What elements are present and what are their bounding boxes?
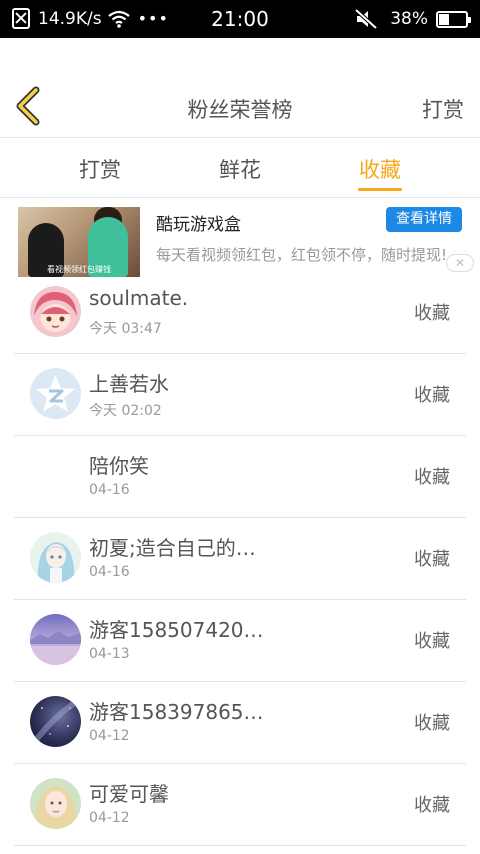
timestamp: 04-12 (89, 728, 130, 744)
list-item[interactable]: soulmate. 今天 03:47 收藏 (0, 272, 480, 354)
list-item[interactable]: 初夏;造合自己的… 04-16 收藏 (0, 518, 480, 600)
timestamp: 今天 03:47 (89, 321, 162, 337)
timestamp: 04-12 (89, 810, 130, 826)
favorite-label: 收藏 (414, 303, 450, 324)
battery-icon (436, 10, 471, 28)
favorite-label: 收藏 (414, 467, 450, 488)
avatar-image (30, 778, 81, 829)
ad-title: 酷玩游戏盒 (156, 215, 241, 235)
favorite-label: 收藏 (414, 549, 450, 570)
user-name: 可爱可馨 (89, 782, 169, 806)
tab-bar: 打赏 鲜花 收藏 (0, 139, 480, 198)
list-item[interactable]: 游客158397865… 04-12 收藏 (0, 682, 480, 764)
user-name: 游客158507420… (89, 618, 264, 642)
user-name: 上善若水 (89, 372, 169, 396)
timestamp: 今天 02:02 (89, 403, 162, 419)
tab-favorites[interactable]: 收藏 (335, 154, 425, 184)
active-tab-indicator (358, 188, 402, 191)
avatar[interactable] (30, 286, 81, 337)
divider (14, 845, 466, 846)
favorite-label: 收藏 (414, 713, 450, 734)
status-bar: 14.9K/s ••• 21:00 38% (0, 0, 480, 38)
timestamp: 04-16 (89, 564, 130, 580)
mute-icon (354, 8, 378, 30)
list-item[interactable]: 陪你笑 04-16 收藏 (0, 436, 480, 518)
favorite-label: 收藏 (414, 795, 450, 816)
ad-thumbnail[interactable]: 看视频领红包赚钱 (18, 207, 140, 277)
view-details-button[interactable]: 查看详情 (386, 207, 462, 232)
list-item[interactable]: 上善若水 今天 02:02 收藏 (0, 354, 480, 436)
status-right: 38% (354, 8, 471, 30)
user-name: soulmate. (89, 286, 189, 310)
app-header: 粉丝荣誉榜 打赏 (0, 38, 480, 138)
user-name: 陪你笑 (89, 454, 149, 478)
avatar[interactable] (30, 778, 81, 829)
avatar-image (30, 614, 81, 665)
favorites-list: soulmate. 今天 03:47 收藏 上善若水 今天 02:02 收藏 陪… (0, 272, 480, 846)
tab-reward[interactable]: 打赏 (55, 154, 145, 184)
ad-banner[interactable]: 看视频领红包赚钱 酷玩游戏盒 查看详情 每天看视频领红包，红包领不停，随时提现!… (0, 198, 480, 282)
timestamp: 04-16 (89, 482, 130, 498)
page-title: 粉丝荣誉榜 (187, 98, 293, 122)
user-name: 初夏;造合自己的… (89, 536, 256, 560)
avatar-image (30, 368, 81, 419)
avatar[interactable] (30, 696, 81, 747)
avatar[interactable] (30, 532, 81, 583)
avatar[interactable] (30, 368, 81, 419)
avatar-image (30, 696, 81, 747)
list-item[interactable]: 可爱可馨 04-12 收藏 (0, 764, 480, 846)
reward-button[interactable]: 打赏 (422, 94, 464, 124)
battery-fill (439, 13, 449, 25)
tab-flowers[interactable]: 鲜花 (195, 154, 285, 184)
favorite-label: 收藏 (414, 631, 450, 652)
avatar-image (30, 286, 81, 337)
battery-percent: 38% (390, 9, 428, 29)
avatar[interactable] (30, 614, 81, 665)
favorite-label: 收藏 (414, 385, 450, 406)
close-icon[interactable]: ✕ (446, 254, 474, 272)
timestamp: 04-13 (89, 646, 130, 662)
ad-description: 每天看视频领红包，红包领不停，随时提现! (156, 246, 448, 264)
user-name: 游客158397865… (89, 700, 264, 724)
list-item[interactable]: 游客158507420… 04-13 收藏 (0, 600, 480, 682)
avatar-image (30, 532, 81, 583)
